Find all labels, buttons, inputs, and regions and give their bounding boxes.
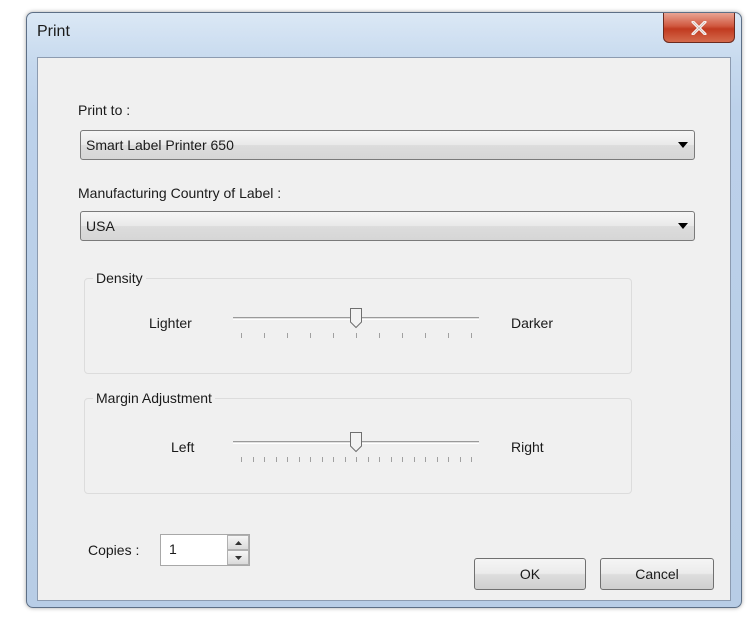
slider-tick (390, 457, 392, 462)
slider-tick (379, 333, 380, 338)
slider-tick (448, 457, 449, 462)
ok-button[interactable]: OK (474, 558, 586, 590)
print-dialog: Print Print to : Smart Label Printer 650… (26, 12, 742, 608)
slider-tick (471, 333, 472, 338)
country-label: Manufacturing Country of Label : (78, 185, 282, 201)
country-value: USA (86, 218, 115, 234)
spin-down-icon (234, 555, 242, 560)
close-icon (691, 20, 707, 35)
slider-ticks (233, 457, 479, 463)
slider-tick (252, 457, 254, 462)
density-group: Density Lighter Darker (84, 270, 632, 374)
spin-up-icon (234, 540, 242, 545)
slider-tick (321, 457, 323, 462)
margin-title: Margin Adjustment (93, 390, 215, 406)
slider-ticks (233, 333, 479, 339)
slider-tick (448, 333, 449, 338)
spin-down-button[interactable] (227, 550, 249, 565)
close-button[interactable] (663, 13, 735, 43)
slider-tick (264, 333, 265, 338)
dialog-body: Print to : Smart Label Printer 650 Manuf… (37, 57, 731, 601)
cancel-button[interactable]: Cancel (600, 558, 714, 590)
slider-tick (241, 333, 242, 338)
slider-thumb[interactable] (349, 431, 363, 453)
copies-stepper[interactable]: 1 (160, 534, 250, 566)
density-lighter-label: Lighter (149, 315, 192, 331)
dialog-title: Print (37, 23, 70, 40)
slider-tick (344, 457, 346, 462)
slider-tick (264, 457, 265, 462)
margin-left-label: Left (171, 439, 195, 455)
slider-tick (367, 457, 369, 462)
spin-buttons (227, 535, 249, 565)
country-select[interactable]: USA (80, 211, 695, 241)
slider-tick (310, 333, 311, 338)
slider-tick (425, 457, 426, 462)
chevron-down-icon (678, 223, 688, 229)
slider-tick (333, 333, 334, 338)
slider-tick (459, 457, 461, 462)
print-to-value: Smart Label Printer 650 (86, 137, 234, 153)
slider-tick (287, 457, 288, 462)
slider-tick (436, 457, 438, 462)
margin-right-label: Right (511, 439, 544, 455)
slider-tick (287, 333, 288, 338)
density-slider[interactable] (233, 307, 479, 347)
chevron-down-icon (678, 142, 688, 148)
slider-tick (356, 457, 357, 462)
slider-tick (379, 457, 380, 462)
slider-tick (298, 457, 300, 462)
slider-tick (402, 457, 403, 462)
slider-thumb[interactable] (349, 307, 363, 329)
slider-tick (241, 457, 242, 462)
slider-tick (425, 333, 426, 338)
density-title: Density (93, 270, 146, 286)
margin-group: Margin Adjustment Left Right (84, 390, 632, 494)
copies-label: Copies : (88, 542, 140, 558)
print-to-label: Print to : (78, 102, 131, 118)
slider-tick (333, 457, 334, 462)
slider-tick (275, 457, 277, 462)
density-darker-label: Darker (511, 315, 554, 331)
slider-tick (356, 333, 357, 338)
margin-slider[interactable] (233, 431, 479, 471)
print-to-select[interactable]: Smart Label Printer 650 (80, 130, 695, 160)
slider-tick (471, 457, 472, 462)
slider-tick (310, 457, 311, 462)
slider-tick (402, 333, 403, 338)
spin-up-button[interactable] (227, 535, 249, 550)
copies-input[interactable]: 1 (169, 541, 177, 557)
slider-tick (413, 457, 415, 462)
